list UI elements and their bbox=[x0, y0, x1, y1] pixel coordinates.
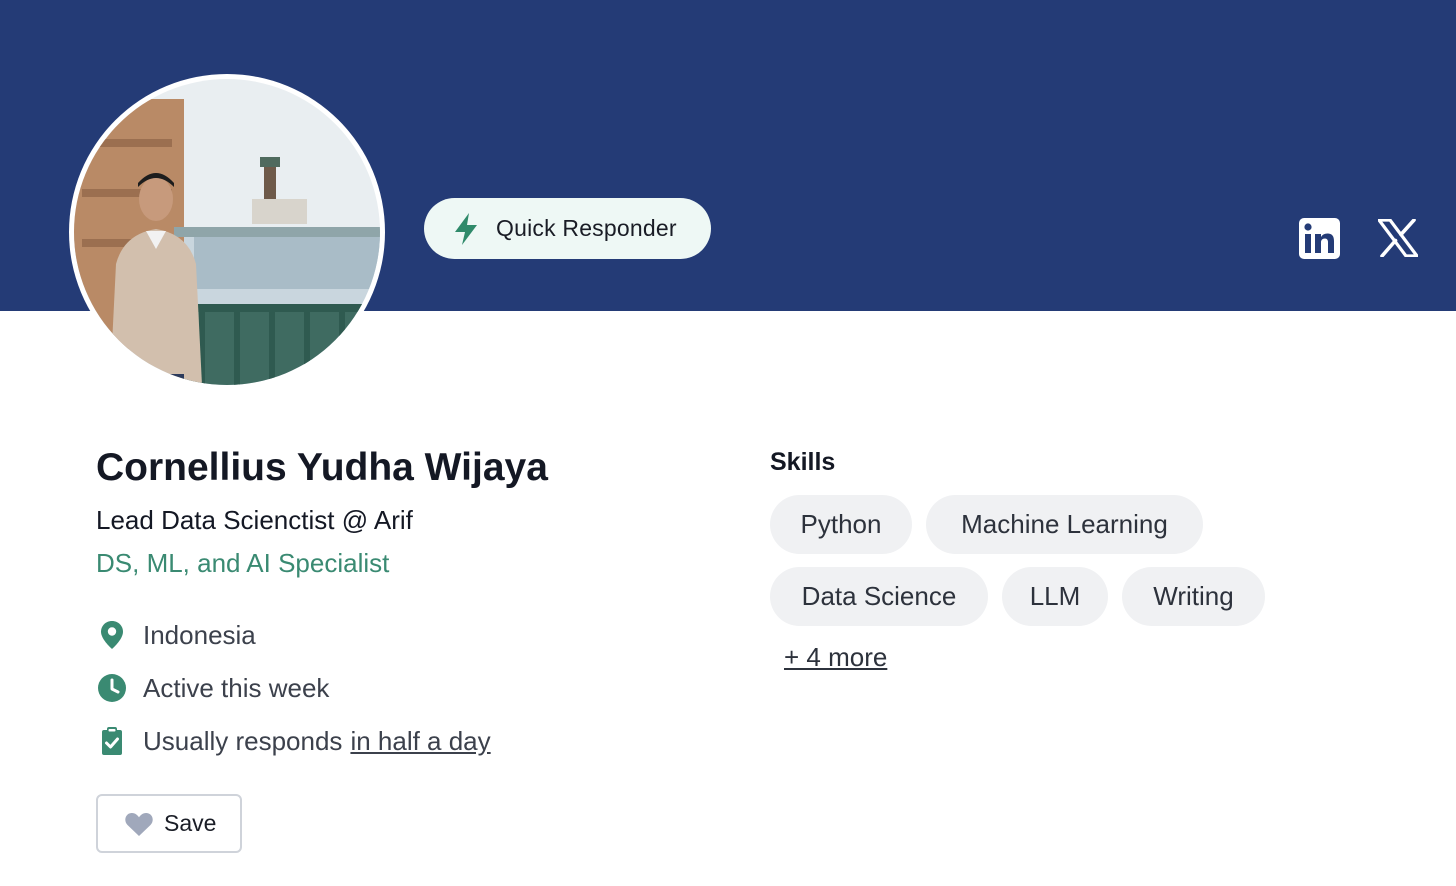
more-skills-link[interactable]: + 4 more bbox=[784, 642, 887, 673]
response-prefix: Usually responds bbox=[143, 725, 343, 756]
clipboard-check-icon bbox=[102, 727, 122, 755]
skill-chip[interactable]: Writing bbox=[1122, 567, 1265, 626]
skill-chip[interactable]: Machine Learning bbox=[926, 495, 1203, 554]
response-row: Usually responds in half a day bbox=[96, 724, 491, 758]
linkedin-icon[interactable] bbox=[1298, 217, 1341, 260]
skill-chip[interactable]: Data Science bbox=[770, 567, 988, 626]
lightning-bolt-icon bbox=[455, 212, 477, 245]
location-text: Indonesia bbox=[143, 619, 256, 650]
profile-tagline: DS, ML, and AI Specialist bbox=[96, 548, 390, 578]
x-icon[interactable] bbox=[1378, 219, 1418, 257]
profile-name: Cornellius Yudha Wijaya bbox=[96, 446, 548, 489]
avatar-photo bbox=[74, 79, 380, 385]
location-pin-icon bbox=[101, 621, 123, 649]
skill-chip[interactable]: LLM bbox=[1002, 567, 1108, 626]
skill-chip[interactable]: Python bbox=[770, 495, 912, 554]
response-time-link[interactable]: in half a day bbox=[350, 726, 490, 757]
activity-row: Active this week bbox=[96, 671, 329, 705]
heart-icon bbox=[125, 812, 153, 836]
avatar bbox=[69, 74, 385, 390]
quick-responder-badge[interactable]: Quick Responder bbox=[424, 198, 711, 259]
save-button[interactable]: Save bbox=[96, 794, 242, 853]
clock-icon bbox=[98, 674, 126, 702]
quick-responder-label: Quick Responder bbox=[496, 215, 677, 241]
location-row: Indonesia bbox=[96, 618, 256, 652]
save-button-label: Save bbox=[164, 810, 217, 836]
skills-heading: Skills bbox=[770, 448, 836, 476]
activity-text: Active this week bbox=[143, 672, 330, 703]
profile-headline: Lead Data Scienctist @ Arif bbox=[96, 505, 413, 535]
